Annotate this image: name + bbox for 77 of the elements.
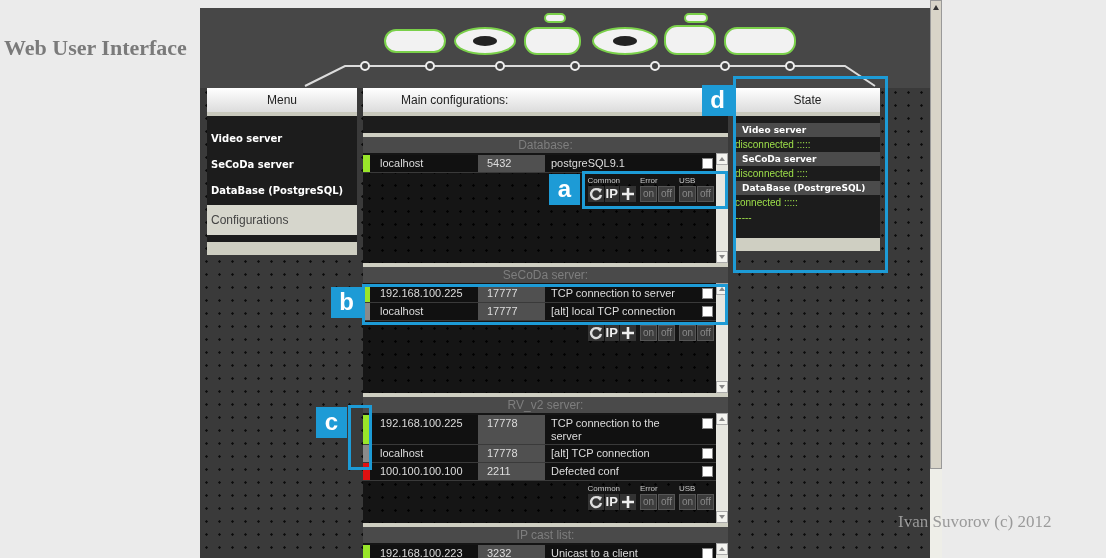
ip-cell-text: localhost [379, 446, 425, 461]
checkbox[interactable] [702, 548, 713, 558]
callout-badge: a [549, 174, 580, 205]
callout-badge: b [331, 287, 362, 318]
ip-button[interactable]: IP [604, 325, 619, 341]
plus-icon[interactable] [619, 325, 636, 341]
callout-frame [348, 405, 372, 470]
checkbox[interactable] [702, 306, 713, 317]
ip-cell-text: 192.168.100.223 [379, 546, 464, 558]
page-title: Web User Interface [4, 35, 187, 61]
copyright-text: Ivan Suvorov (c) 2012 [898, 512, 1052, 532]
description-cell-text: Defected conf [551, 464, 620, 479]
description-cell-text: [alt] local TCP connection [551, 304, 677, 319]
port-cell: 3232 [478, 545, 545, 558]
description-cell-text: TCP connection to the server [551, 416, 661, 444]
description-cell-text: postgreSQL9.1 [551, 156, 626, 171]
toggle-button[interactable]: on [639, 494, 657, 510]
callout-badge: d [702, 85, 733, 116]
group-label: USB [678, 176, 696, 185]
ip-cell-text: 192.168.100.225 [379, 286, 464, 301]
connection-status: connected ::::: [735, 195, 880, 210]
toggle-button[interactable]: off [697, 325, 714, 341]
scrollbar[interactable] [716, 283, 728, 393]
toggle-button[interactable]: on [639, 325, 657, 341]
connection-status: disconnected ::::: [735, 137, 880, 152]
plus-icon[interactable] [619, 186, 636, 202]
group-label: Common [587, 484, 621, 493]
ip-button[interactable]: IP [604, 186, 619, 202]
toggle-button[interactable]: on [678, 494, 697, 510]
toggle-button[interactable]: off [658, 186, 675, 202]
server-name: DataBase (PostrgreSQL) [735, 181, 880, 195]
menu-item[interactable]: DataBase (PostgreSQL) [207, 178, 357, 204]
description-cell-text: TCP connection to server [551, 286, 676, 301]
plus-icon[interactable] [619, 494, 636, 510]
toggle-button[interactable]: off [658, 325, 675, 341]
menu-item[interactable]: Video server [207, 126, 357, 152]
toggle-button[interactable]: on [639, 186, 657, 202]
connection-status: ----- [735, 210, 880, 225]
port-cell: 17778 [478, 415, 545, 444]
checkbox[interactable] [702, 158, 713, 169]
description-cell-text: Unicast to a client [551, 546, 639, 558]
menu-header: Menu [207, 88, 357, 112]
toggle-button[interactable]: on [678, 186, 697, 202]
port-cell: 5432 [478, 155, 545, 172]
toggle-button[interactable]: off [697, 186, 714, 202]
description-cell-text: [alt] TCP connection [551, 446, 651, 461]
connection-status: disconnected :::: [735, 166, 880, 181]
checkbox[interactable] [702, 466, 713, 477]
server-name: Video server [735, 123, 880, 137]
checkbox[interactable] [702, 418, 713, 429]
menu-item[interactable]: Configurations [207, 205, 357, 235]
checkbox[interactable] [702, 448, 713, 459]
ip-cell-text: localhost [379, 156, 425, 171]
ip-cell-text: localhost [379, 304, 425, 319]
ip-cell-text: 100.100.100.100 [379, 464, 464, 479]
toggle-button[interactable]: on [678, 325, 697, 341]
refresh-icon[interactable] [587, 186, 604, 202]
group-label: Error [639, 176, 658, 185]
state-header: State [735, 88, 880, 112]
group-label: Common [587, 176, 621, 185]
scrollbar[interactable] [716, 413, 728, 523]
toggle-button[interactable]: off [658, 494, 675, 510]
server-name: SeCoDa server [735, 152, 880, 166]
ip-cell-text: 192.168.100.225 [379, 416, 464, 431]
ip-button[interactable]: IP [604, 494, 619, 510]
checkbox[interactable] [702, 288, 713, 299]
refresh-icon[interactable] [587, 325, 604, 341]
group-label: Error [639, 484, 658, 493]
group-label: USB [678, 484, 696, 493]
scrollbar[interactable] [716, 153, 728, 263]
port-cell: 17777 [478, 303, 545, 320]
port-cell: 17778 [478, 445, 545, 462]
toggle-button[interactable]: off [697, 494, 714, 510]
menu-item[interactable]: SeCoDa server [207, 152, 357, 178]
callout-badge: c [316, 407, 347, 438]
refresh-icon[interactable] [587, 494, 604, 510]
port-cell: 2211 [478, 463, 545, 480]
